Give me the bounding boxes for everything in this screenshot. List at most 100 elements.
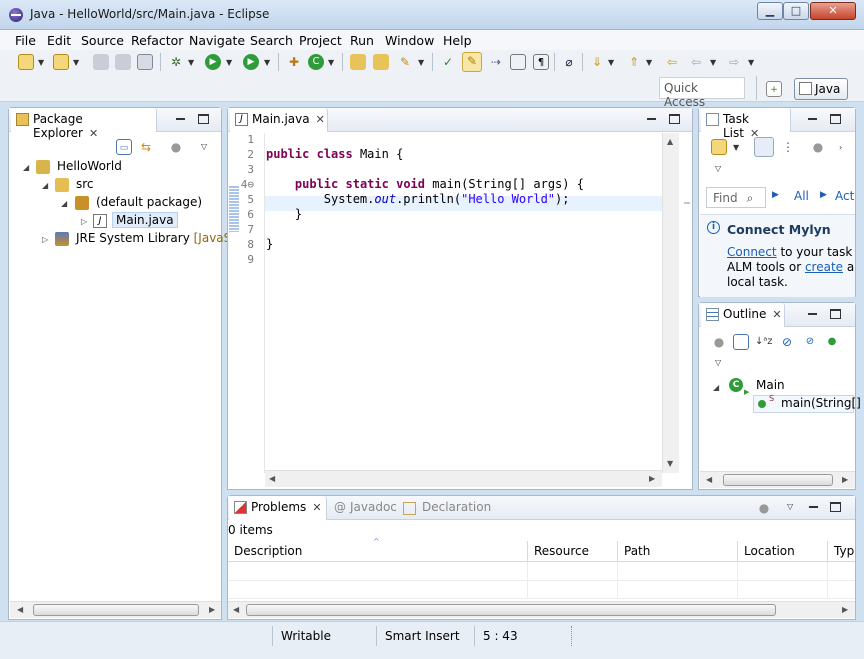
column-path[interactable]: Path bbox=[618, 541, 738, 562]
tree-item-main-java[interactable]: Main.java bbox=[112, 212, 178, 228]
tree-item-jre[interactable]: JRE System Library [JavaSE- bbox=[76, 231, 243, 245]
close-icon[interactable]: ✕ bbox=[89, 127, 98, 140]
code-line[interactable]: } bbox=[266, 207, 302, 221]
minimize-view-icon[interactable] bbox=[808, 502, 819, 512]
tab-main-java[interactable]: J Main.java ✕ bbox=[230, 108, 328, 132]
scroll-left-icon[interactable]: ◀ bbox=[233, 605, 239, 614]
menu-window[interactable]: Window bbox=[385, 33, 434, 48]
create-link[interactable]: create bbox=[805, 260, 843, 274]
maximize-view-icon[interactable] bbox=[830, 502, 841, 512]
view-menu-icon[interactable]: ▽ bbox=[715, 359, 722, 367]
outline-horizontal-scrollbar[interactable]: ◀ ▶ bbox=[700, 471, 855, 488]
scroll-right-icon[interactable]: ▶ bbox=[842, 605, 848, 614]
menu-navigate[interactable]: Navigate bbox=[189, 33, 245, 48]
new-dropdown-icon[interactable]: ▼ bbox=[38, 59, 45, 67]
close-icon[interactable]: ✕ bbox=[772, 308, 781, 321]
expand-toggle-icon[interactable]: ◢ bbox=[713, 383, 719, 392]
focus-on-workweek-icon[interactable]: ● bbox=[810, 139, 826, 155]
task-find-input[interactable]: Find ⌕ bbox=[706, 187, 766, 208]
hide-fields-icon[interactable]: ⊘ bbox=[779, 334, 795, 350]
focus-on-task-icon[interactable]: ● bbox=[168, 139, 184, 155]
menu-search[interactable]: Search bbox=[250, 33, 293, 48]
close-icon[interactable]: ✕ bbox=[316, 113, 325, 126]
link-with-editor-icon[interactable]: ⇆ bbox=[138, 139, 154, 155]
scroll-right-icon[interactable]: ▶ bbox=[209, 605, 215, 614]
code-line[interactable]: } bbox=[266, 237, 273, 251]
collapse-all-icon[interactable] bbox=[733, 334, 749, 350]
new-java-project-icon[interactable]: ✚ bbox=[286, 54, 302, 70]
minimize-view-icon[interactable] bbox=[807, 114, 818, 124]
horizontal-scrollbar[interactable]: ◀ ▶ bbox=[10, 601, 221, 618]
tab-task-list[interactable]: Task List ✕ bbox=[701, 108, 791, 140]
scroll-thumb[interactable] bbox=[723, 474, 833, 486]
tab-package-explorer[interactable]: Package Explorer ✕ bbox=[11, 108, 157, 140]
run-icon[interactable]: ▶ bbox=[205, 54, 221, 70]
scroll-thumb[interactable] bbox=[33, 604, 199, 616]
connect-link[interactable]: Connect bbox=[727, 245, 777, 259]
last-edit-icon[interactable]: ⇦ bbox=[664, 54, 680, 70]
block-selection-icon[interactable]: ⇢ bbox=[488, 54, 504, 70]
hide-non-public-icon[interactable]: ● bbox=[824, 334, 840, 350]
new-class-dropdown-icon[interactable]: ▼ bbox=[328, 59, 335, 67]
tree-item-default-package[interactable]: (default package) bbox=[96, 195, 202, 209]
maximize-view-icon[interactable] bbox=[830, 114, 841, 124]
back-dropdown-icon[interactable]: ▼ bbox=[710, 59, 717, 67]
minimize-view-icon[interactable] bbox=[175, 114, 186, 124]
run-dropdown-icon[interactable]: ▼ bbox=[226, 59, 233, 67]
column-type[interactable]: Typ bbox=[828, 541, 855, 562]
expand-toggle-icon[interactable]: ◢ bbox=[42, 181, 48, 190]
all-tasks-link[interactable]: All bbox=[794, 189, 809, 203]
maximize-view-icon[interactable] bbox=[830, 309, 841, 319]
tab-outline[interactable]: Outline ✕ bbox=[701, 303, 785, 327]
tab-problems[interactable]: Problems ✕ bbox=[229, 496, 327, 520]
scroll-right-icon[interactable]: ▶ bbox=[649, 474, 655, 483]
scroll-up-icon[interactable]: ▲ bbox=[667, 137, 673, 146]
open-type-icon[interactable] bbox=[350, 54, 366, 70]
maximize-view-icon[interactable] bbox=[198, 114, 209, 124]
tab-javadoc[interactable]: Javadoc bbox=[350, 500, 397, 514]
mark-occurrences-icon[interactable]: ✎ bbox=[462, 52, 482, 72]
scroll-left-icon[interactable]: ◀ bbox=[706, 475, 712, 484]
editor-horizontal-scrollbar[interactable]: ◀ ▶ bbox=[265, 470, 662, 487]
debug-dropdown-icon[interactable]: ▼ bbox=[188, 59, 195, 67]
minimize-view-icon[interactable] bbox=[646, 114, 657, 124]
scroll-thumb[interactable] bbox=[246, 604, 776, 616]
outline-class-main[interactable]: Main bbox=[756, 378, 785, 392]
new-task-icon[interactable] bbox=[711, 139, 727, 155]
new-icon[interactable] bbox=[18, 54, 34, 70]
open-perspective-icon[interactable]: + bbox=[766, 81, 782, 97]
debug-icon[interactable]: ✲ bbox=[168, 54, 184, 70]
next-annotation-icon[interactable]: ⇓ bbox=[589, 54, 605, 70]
focus-icon[interactable]: ● bbox=[711, 334, 727, 350]
save-all-icon[interactable] bbox=[115, 54, 131, 70]
scroll-down-icon[interactable]: ▼ bbox=[667, 459, 673, 468]
sort-icon[interactable]: ↓ᵃz bbox=[755, 334, 773, 350]
menu-help[interactable]: Help bbox=[443, 33, 472, 48]
new-class-icon[interactable]: C bbox=[308, 54, 324, 70]
code-line[interactable]: public class Main { bbox=[266, 147, 403, 161]
column-resource[interactable]: Resource bbox=[528, 541, 618, 562]
close-icon[interactable]: ✕ bbox=[312, 501, 321, 514]
menu-project[interactable]: Project bbox=[299, 33, 342, 48]
prev-annotation-icon[interactable]: ⇑ bbox=[626, 54, 642, 70]
problems-horizontal-scrollbar[interactable]: ◀ ▶ bbox=[228, 601, 855, 618]
search-dropdown-icon[interactable]: ▼ bbox=[418, 59, 425, 67]
next-annotation-dropdown-icon[interactable]: ▼ bbox=[608, 59, 615, 67]
minimize-view-icon[interactable] bbox=[807, 309, 818, 319]
open-task-icon[interactable] bbox=[373, 54, 389, 70]
focus-icon[interactable]: ● bbox=[756, 500, 772, 516]
menu-file[interactable]: File bbox=[15, 33, 36, 48]
search-icon[interactable]: ✎ bbox=[397, 54, 413, 70]
scroll-left-icon[interactable]: ◀ bbox=[17, 605, 23, 614]
menu-source[interactable]: Source bbox=[81, 33, 124, 48]
menu-refactor[interactable]: Refactor bbox=[131, 33, 183, 48]
toggle-breadcrumb-icon[interactable] bbox=[510, 54, 526, 70]
outline-method-main[interactable]: main(String[] bbox=[781, 396, 861, 410]
quick-access-input[interactable]: Quick Access bbox=[659, 77, 745, 109]
tree-item-src[interactable]: src bbox=[76, 177, 94, 191]
collapse-toggle-icon[interactable]: ▷ bbox=[42, 235, 48, 244]
hide-static-icon[interactable]: ⊘ bbox=[802, 334, 818, 350]
forward-dropdown-icon[interactable]: ▼ bbox=[748, 59, 755, 67]
pin-icon[interactable]: ⌀ bbox=[561, 54, 577, 70]
forward-icon[interactable]: ⇨ bbox=[726, 54, 742, 70]
